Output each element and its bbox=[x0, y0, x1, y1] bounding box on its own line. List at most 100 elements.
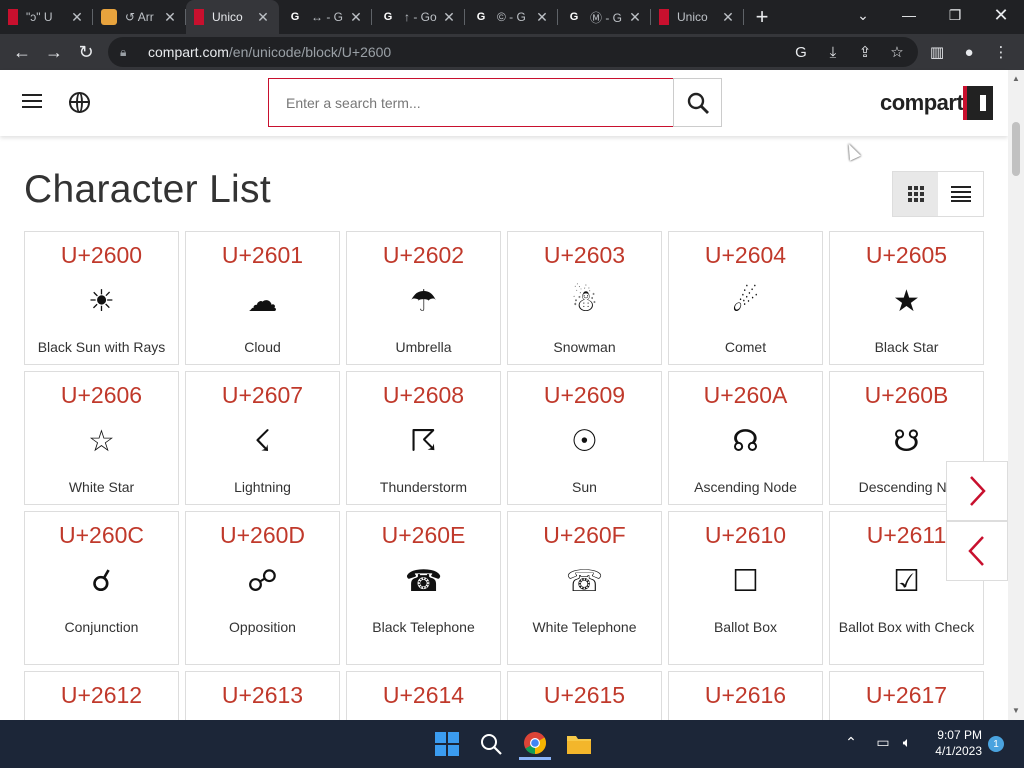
character-card[interactable]: U+2605 ★ Black Star bbox=[829, 231, 984, 365]
menu-kebab-icon[interactable]: ⋮ bbox=[986, 37, 1016, 67]
file-explorer-icon[interactable] bbox=[563, 728, 595, 760]
character-name: Sun bbox=[572, 479, 597, 495]
orange-icon bbox=[101, 9, 117, 25]
windows-start-icon[interactable] bbox=[431, 728, 463, 760]
list-view-button[interactable] bbox=[938, 172, 983, 216]
character-card[interactable]: U+260D ☍ Opposition bbox=[185, 511, 340, 665]
volume-icon[interactable]: 🔈︎ bbox=[896, 734, 918, 751]
bookmark-star-icon[interactable]: ☆ bbox=[882, 37, 912, 67]
prev-page-button[interactable] bbox=[946, 521, 1008, 581]
codepoint-label: U+2601 bbox=[221, 242, 304, 268]
language-globe-icon[interactable] bbox=[69, 92, 90, 113]
browser-tab[interactable]: G Ⓜ - G ✕ bbox=[558, 0, 651, 34]
search-button[interactable] bbox=[673, 78, 722, 127]
tab-title: Ⓜ - G bbox=[590, 10, 622, 25]
tab-title: ↔ - G bbox=[311, 10, 343, 24]
side-panel-icon[interactable]: ▥ bbox=[922, 37, 952, 67]
browser-tab[interactable]: Unico ✕ bbox=[651, 0, 744, 34]
close-tab-icon[interactable]: ✕ bbox=[255, 9, 271, 25]
scrollbar-thumb[interactable] bbox=[1012, 122, 1020, 176]
character-card[interactable]: U+2606 ☆ White Star bbox=[24, 371, 179, 505]
codepoint-label: U+2603 bbox=[543, 242, 626, 268]
search-icon bbox=[687, 92, 709, 114]
character-card[interactable]: U+2608 ☈ Thunderstorm bbox=[346, 371, 501, 505]
install-app-icon[interactable]: ⤓ bbox=[818, 37, 848, 67]
next-page-button[interactable] bbox=[946, 461, 1008, 521]
character-card[interactable]: U+2607 ☇ Lightning bbox=[185, 371, 340, 505]
google-icon: G bbox=[476, 11, 486, 23]
browser-tab[interactable]: ↺ Arr ✕ bbox=[93, 0, 186, 34]
scroll-up-icon[interactable]: ▲ bbox=[1012, 74, 1020, 84]
codepoint-label: U+2615 bbox=[543, 682, 626, 708]
character-card[interactable]: U+260C ☌ Conjunction bbox=[24, 511, 179, 665]
chrome-taskbar-icon[interactable] bbox=[519, 728, 551, 760]
browser-tab[interactable]: Unico ✕ bbox=[186, 0, 279, 34]
close-tab-icon[interactable]: ✕ bbox=[69, 9, 85, 25]
codepoint-label: U+260E bbox=[381, 522, 466, 548]
character-glyph: ☇ bbox=[253, 424, 272, 459]
codepoint-label: U+260D bbox=[219, 522, 306, 548]
character-name: Thunderstorm bbox=[379, 479, 468, 495]
minimize-icon[interactable]: — bbox=[886, 0, 932, 30]
close-tab-icon[interactable]: ✕ bbox=[534, 9, 550, 25]
compart-icon bbox=[8, 9, 18, 25]
close-window-icon[interactable]: ✕ bbox=[978, 0, 1024, 30]
network-icon[interactable]: ▭ bbox=[872, 734, 894, 751]
character-card[interactable]: U+260A ☊ Ascending Node bbox=[668, 371, 823, 505]
magnifier-icon bbox=[481, 734, 502, 755]
browser-tab[interactable]: G ↑ - Go ✕ bbox=[372, 0, 465, 34]
browser-tab[interactable]: G ↔ - G ✕ bbox=[279, 0, 372, 34]
mouse-cursor-icon bbox=[843, 141, 861, 161]
character-glyph: ☈ bbox=[410, 424, 437, 459]
forward-icon[interactable]: → bbox=[38, 36, 70, 68]
close-tab-icon[interactable]: ✕ bbox=[348, 9, 364, 25]
page-scrollbar[interactable]: ▲ ▼ bbox=[1008, 70, 1024, 720]
scroll-down-icon[interactable]: ▼ bbox=[1012, 706, 1020, 716]
google-lens-icon[interactable]: G bbox=[786, 37, 816, 67]
character-card[interactable]: U+260E ☎ Black Telephone bbox=[346, 511, 501, 665]
google-icon: G bbox=[290, 11, 300, 23]
tab-title: © - G bbox=[497, 10, 526, 24]
notification-badge[interactable]: 1 bbox=[988, 736, 1004, 752]
character-card[interactable]: U+2600 ☀ Black Sun with Rays bbox=[24, 231, 179, 365]
lock-icon: 🔒︎ bbox=[120, 44, 127, 59]
character-name: Comet bbox=[724, 339, 767, 355]
tab-title: "ↄ" U bbox=[26, 10, 53, 24]
character-glyph: ☀ bbox=[88, 284, 115, 319]
close-tab-icon[interactable]: ✕ bbox=[162, 9, 178, 25]
hamburger-menu-icon[interactable] bbox=[22, 94, 42, 108]
character-card[interactable]: U+260F ☏ White Telephone bbox=[507, 511, 662, 665]
close-tab-icon[interactable]: ✕ bbox=[627, 9, 643, 25]
character-name: Black Sun with Rays bbox=[37, 339, 166, 355]
close-tab-icon[interactable]: ✕ bbox=[720, 9, 736, 25]
browser-tab[interactable]: G © - G ✕ bbox=[465, 0, 558, 34]
taskbar-search-icon[interactable] bbox=[475, 728, 507, 760]
character-card[interactable]: U+2609 ☉ Sun bbox=[507, 371, 662, 505]
reload-icon[interactable]: ↻ bbox=[70, 36, 102, 68]
restore-icon[interactable]: ❐ bbox=[932, 0, 978, 30]
browser-tab[interactable]: "ↄ" U ✕ bbox=[0, 0, 93, 34]
character-card[interactable]: U+2602 ☂ Umbrella bbox=[346, 231, 501, 365]
character-glyph: ☎ bbox=[404, 564, 443, 599]
character-name: Opposition bbox=[229, 619, 296, 635]
character-card[interactable]: U+2610 ☐ Ballot Box bbox=[668, 511, 823, 665]
taskbar-clock[interactable]: 9:07 PM 4/1/2023 bbox=[920, 727, 982, 759]
tab-search-icon[interactable]: ⌄ bbox=[840, 0, 886, 30]
character-card[interactable]: U+2603 ☃ Snowman bbox=[507, 231, 662, 365]
close-tab-icon[interactable]: ✕ bbox=[441, 9, 457, 25]
google-icon: G bbox=[569, 11, 579, 23]
new-tab-button[interactable]: + bbox=[744, 0, 780, 34]
grid-view-button[interactable] bbox=[893, 172, 938, 216]
browser-toolbar: ← → ↻ 🔒︎ compart.com/en/unicode/block/U+… bbox=[0, 34, 1024, 70]
share-icon[interactable]: ⇪ bbox=[850, 37, 880, 67]
search-input[interactable]: Enter a search term... bbox=[268, 78, 674, 127]
character-name: White Telephone bbox=[532, 619, 637, 635]
character-glyph: ☄ bbox=[732, 284, 759, 319]
character-card[interactable]: U+2604 ☄ Comet bbox=[668, 231, 823, 365]
profile-icon[interactable]: ● bbox=[954, 37, 984, 67]
character-card[interactable]: U+2601 ☁ Cloud bbox=[185, 231, 340, 365]
character-name: White Star bbox=[68, 479, 135, 495]
show-hidden-icons-icon[interactable]: ⌃ bbox=[840, 734, 862, 751]
back-icon[interactable]: ← bbox=[6, 36, 38, 68]
compart-logo[interactable]: compart bbox=[880, 86, 994, 120]
